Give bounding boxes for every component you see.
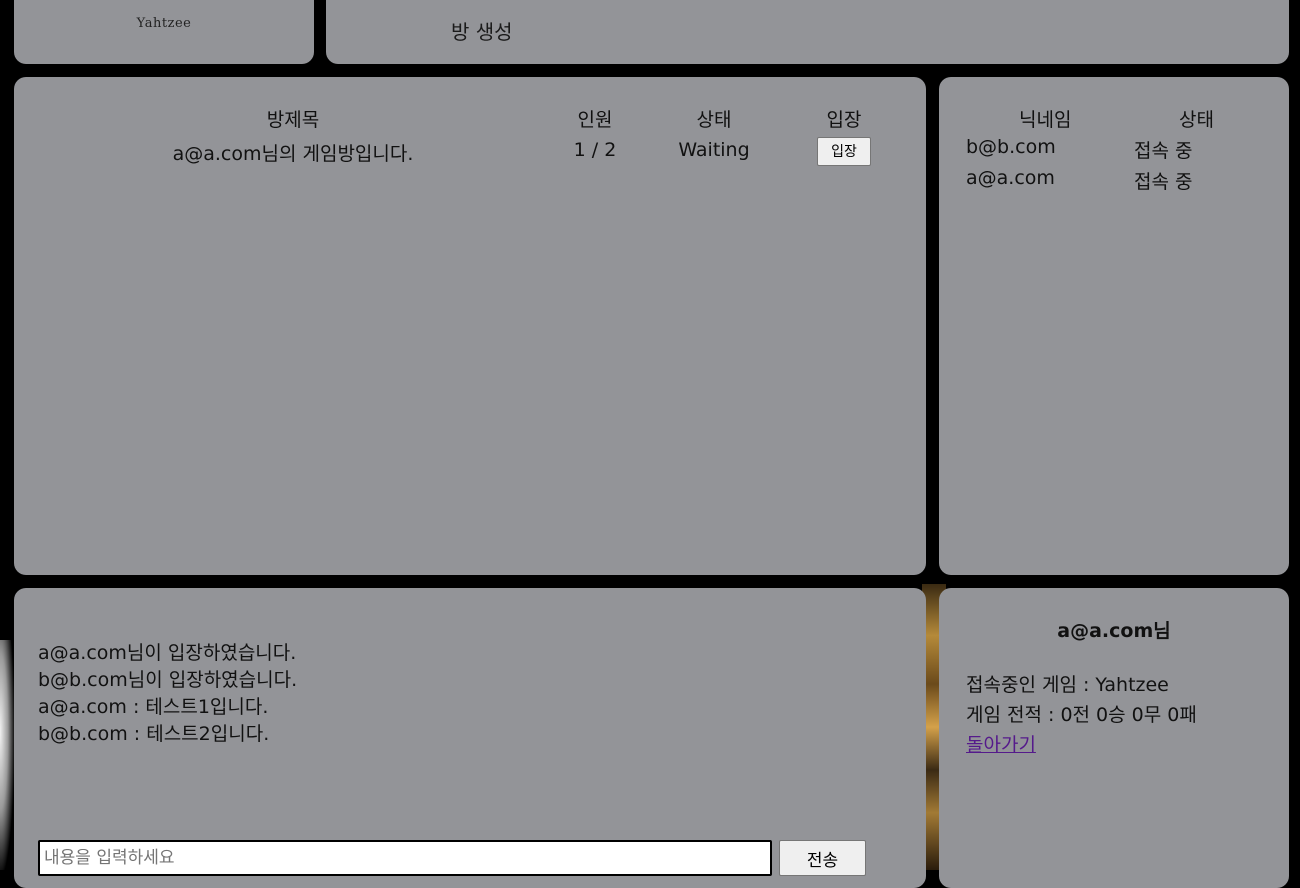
room-status: Waiting: [678, 139, 750, 161]
create-room-link[interactable]: 방 생성: [451, 16, 513, 45]
chat-log: a@a.com님이 입장하였습니다. b@b.com님이 입장하였습니다. a@…: [38, 640, 297, 748]
room-list-panel: 방제목 인원 상태 입장 a@a.com님의 게임방입니다. 1 / 2 Wai…: [14, 77, 926, 575]
user-list-panel: 닉네임 상태 b@b.com 접속 중 a@a.com 접속 중: [939, 77, 1289, 575]
room-player-count: 1 / 2: [573, 139, 617, 161]
column-header-count: 인원: [577, 109, 613, 131]
chat-message: a@a.com님이 입장하였습니다.: [38, 642, 297, 664]
profile-username: a@a.com님: [1057, 620, 1171, 642]
profile-info: 접속중인 게임 : Yahtzee 게임 전적 : 0전 0승 0무 0패 돌아…: [966, 670, 1197, 760]
app-logo[interactable]: Yahtzee: [14, 16, 314, 31]
user-nickname: a@a.com: [966, 167, 1055, 189]
user-nickname: b@b.com: [966, 136, 1056, 158]
chat-input[interactable]: [38, 840, 772, 876]
logo-panel: Yahtzee: [14, 0, 314, 64]
user-status: 접속 중: [1134, 140, 1193, 162]
chat-message: b@b.com님이 입장하였습니다.: [38, 669, 298, 691]
column-header-status: 상태: [696, 109, 732, 131]
back-link[interactable]: 돌아가기: [966, 734, 1036, 756]
profile-panel: a@a.com님 접속중인 게임 : Yahtzee 게임 전적 : 0전 0승…: [939, 588, 1289, 888]
chat-message: a@a.com : 테스트1입니다.: [38, 696, 269, 718]
game-record-text: 게임 전적 : 0전 0승 0무 0패: [966, 704, 1197, 726]
send-button[interactable]: 전송: [779, 840, 866, 876]
room-enter-cell: 입장: [794, 136, 894, 166]
nav-panel: 방 생성: [326, 0, 1289, 64]
user-status: 접속 중: [1134, 171, 1193, 193]
current-game-text: 접속중인 게임 : Yahtzee: [966, 674, 1169, 696]
column-header-enter: 입장: [826, 109, 862, 131]
enter-room-button[interactable]: 입장: [817, 136, 871, 166]
chat-message: b@b.com : 테스트2입니다.: [38, 723, 270, 745]
chat-panel: a@a.com님이 입장하였습니다. b@b.com님이 입장하였습니다. a@…: [14, 588, 926, 888]
column-header-user-status: 상태: [1179, 109, 1214, 131]
column-header-nickname: 닉네임: [1019, 109, 1072, 131]
background-image-edge: [0, 640, 14, 870]
room-title: a@a.com님의 게임방입니다.: [172, 143, 414, 165]
column-header-title: 방제목: [266, 109, 320, 131]
